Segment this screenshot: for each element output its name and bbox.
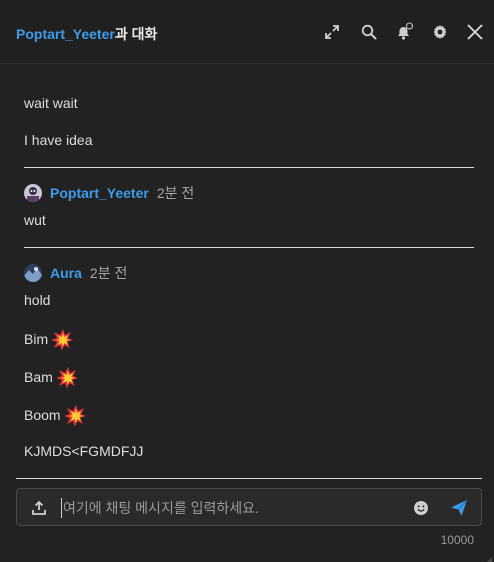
message-header: Aura 2분 전	[24, 263, 127, 283]
chat-message-input[interactable]	[61, 498, 401, 518]
message-composer	[16, 488, 482, 526]
message-text: hold	[24, 292, 51, 308]
message-timestamp: 2분 전	[89, 265, 128, 281]
gear-icon[interactable]	[430, 22, 450, 42]
smiley-icon[interactable]	[411, 498, 431, 518]
bell-icon[interactable]	[394, 22, 414, 42]
message-text: Boom	[24, 407, 61, 424]
message-text: KJMDS<FGMDFJJ	[24, 443, 144, 459]
message-author[interactable]: Aura	[50, 265, 82, 281]
message-list[interactable]: wait wait I have idea Poptart_Yeeter 2분 …	[0, 64, 494, 480]
character-limit: 10000	[440, 533, 474, 547]
message-header: Poptart_Yeeter 2분 전	[24, 183, 194, 203]
chat-title: Poptart_Yeeter과 대화	[16, 24, 157, 44]
message-line: Bam	[24, 366, 79, 391]
close-icon[interactable]	[465, 22, 485, 42]
chat-title-suffix: 과 대화	[114, 26, 158, 42]
send-icon[interactable]	[449, 498, 469, 518]
avatar[interactable]	[24, 184, 42, 202]
collision-emoji-icon	[51, 328, 74, 353]
message-text: Bim	[24, 331, 49, 348]
resize-handle[interactable]	[484, 552, 492, 562]
message-author[interactable]: Poptart_Yeeter	[50, 185, 149, 201]
message-timestamp: 2분 전	[156, 185, 195, 201]
chat-header: Poptart_Yeeter과 대화	[0, 0, 494, 64]
collision-emoji-icon	[63, 404, 87, 429]
expand-icon[interactable]	[322, 22, 342, 42]
chat-window: Poptart_Yeeter과 대화 wait wait I have idea…	[0, 0, 494, 562]
search-icon[interactable]	[359, 22, 379, 42]
message-line: Bim	[24, 328, 74, 353]
message-line: Boom	[24, 404, 87, 429]
composer-divider	[16, 478, 482, 479]
message-text: Bam	[24, 369, 53, 386]
message-divider	[24, 167, 474, 168]
message-divider	[24, 247, 474, 248]
message-text: wut	[24, 212, 46, 228]
upload-icon[interactable]	[29, 498, 49, 518]
message-text: I have idea	[24, 132, 93, 148]
avatar[interactable]	[24, 264, 42, 282]
chat-partner-name[interactable]: Poptart_Yeeter	[16, 26, 115, 42]
message-text: wait wait	[24, 95, 78, 111]
collision-emoji-icon	[55, 366, 79, 391]
